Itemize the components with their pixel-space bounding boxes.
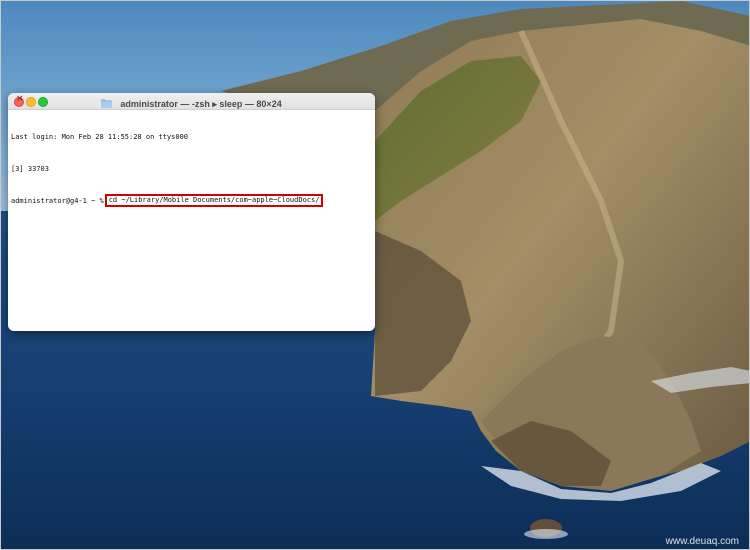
watermark: www.deuaq.com: [665, 536, 739, 547]
window-title: administrator — -zsh ▸ sleep — 80×24: [120, 99, 282, 109]
rock-islet-surf: [524, 529, 568, 539]
highlighted-command[interactable]: cd ~/Library/Mobile Documents/com~apple~…: [104, 194, 324, 207]
shell-prompt: administrator@g4-1 ~ %: [11, 197, 104, 205]
title-bar[interactable]: administrator — -zsh ▸ sleep — 80×24: [8, 93, 375, 110]
desktop: www.deuaq.com administrator — -zsh ▸ sle…: [0, 0, 750, 550]
output-line-job: [3] 33703: [11, 164, 49, 173]
terminal-window[interactable]: administrator — -zsh ▸ sleep — 80×24 Las…: [8, 93, 375, 331]
terminal-output[interactable]: Last login: Mon Feb 28 11:55:28 on ttys0…: [11, 111, 372, 227]
output-line-last-login: Last login: Mon Feb 28 11:55:28 on ttys0…: [11, 133, 189, 141]
folder-icon: [101, 99, 113, 108]
window-title-wrap: administrator — -zsh ▸ sleep — 80×24: [8, 94, 375, 109]
prompt-line: administrator@g4-1 ~ % cd ~/Library/Mobil…: [11, 194, 372, 207]
